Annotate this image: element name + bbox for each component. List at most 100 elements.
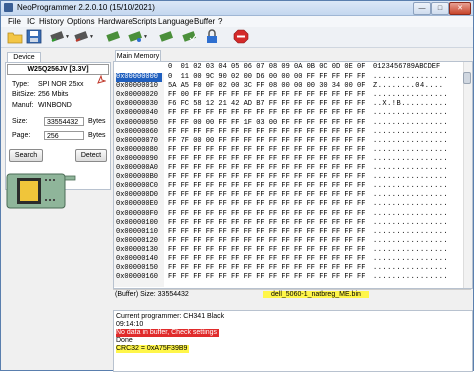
hex-byte[interactable]: FF (319, 137, 327, 146)
hex-byte[interactable]: FF (344, 109, 352, 118)
hex-byte[interactable]: FF (181, 182, 189, 191)
hex-byte[interactable]: FF (181, 237, 189, 246)
menu-help[interactable]: ? (218, 17, 222, 26)
hex-byte[interactable]: 00 (231, 82, 239, 91)
hex-byte[interactable]: FF (357, 164, 365, 173)
hex-byte[interactable]: FF (294, 146, 302, 155)
hex-byte[interactable]: FF (281, 91, 289, 100)
hex-byte[interactable]: FF (181, 255, 189, 264)
hex-byte[interactable]: FF (218, 128, 226, 137)
hex-byte[interactable]: FF (168, 182, 176, 191)
row-offset[interactable]: 0x00000020 (116, 91, 162, 100)
hex-byte[interactable]: FF (281, 246, 289, 255)
hex-byte[interactable]: FF (256, 146, 264, 155)
hex-byte[interactable]: FF (307, 237, 315, 246)
hex-byte[interactable]: FF (332, 219, 340, 228)
hex-byte[interactable]: FF (281, 137, 289, 146)
hex-byte[interactable]: FF (307, 219, 315, 228)
hex-byte[interactable]: FF (294, 210, 302, 219)
menu-scripts[interactable]: Scripts (132, 17, 156, 26)
hex-byte[interactable]: FF (181, 146, 189, 155)
hex-byte[interactable]: FF (294, 228, 302, 237)
chip-write-icon[interactable]: ▼ (73, 29, 94, 44)
chip-erase-icon[interactable]: ▼ (127, 29, 148, 44)
hex-byte[interactable]: FF (319, 237, 327, 246)
ascii-row[interactable]: ................ (373, 155, 448, 164)
row-offset[interactable]: 0x00000080 (116, 146, 162, 155)
hex-byte[interactable]: FF (256, 109, 264, 118)
hex-byte[interactable]: FF (332, 100, 340, 109)
hex-byte[interactable]: FF (193, 200, 201, 209)
hex-byte[interactable]: FF (244, 109, 252, 118)
hex-byte[interactable]: FF (206, 210, 214, 219)
hex-byte[interactable]: 00 (193, 119, 201, 128)
hex-byte[interactable]: FF (218, 146, 226, 155)
hex-byte[interactable]: FF (218, 200, 226, 209)
hex-byte[interactable]: FF (281, 264, 289, 273)
hex-byte[interactable]: FF (357, 73, 365, 82)
size-field[interactable]: 33554432 (44, 117, 84, 126)
hex-byte[interactable]: FF (231, 273, 239, 282)
row-offset[interactable]: 0x000000F0 (116, 210, 162, 219)
hex-byte[interactable]: FF (206, 237, 214, 246)
ascii-row[interactable]: ................ (373, 137, 448, 146)
hex-byte[interactable]: FF (357, 246, 365, 255)
hex-byte[interactable]: FF (231, 264, 239, 273)
hex-byte[interactable]: FF (206, 219, 214, 228)
row-offset[interactable]: 0x00000130 (116, 246, 162, 255)
hex-byte[interactable]: FF (319, 228, 327, 237)
hex-byte[interactable]: FF (244, 164, 252, 173)
hex-byte[interactable]: FF (231, 200, 239, 209)
hex-byte[interactable]: 7F (181, 137, 189, 146)
hex-byte[interactable]: FF (168, 164, 176, 173)
hex-byte[interactable]: 00 (281, 82, 289, 91)
hex-byte[interactable]: FF (357, 200, 365, 209)
hex-byte[interactable]: FF (357, 173, 365, 182)
chip-read-icon[interactable]: ▼ (49, 29, 70, 44)
hex-byte[interactable]: FF (344, 173, 352, 182)
hex-byte[interactable]: FF (256, 246, 264, 255)
hex-byte[interactable]: FF (181, 128, 189, 137)
hex-byte[interactable]: FF (244, 128, 252, 137)
hex-byte[interactable]: FF (294, 273, 302, 282)
hex-byte[interactable]: FF (307, 210, 315, 219)
hex-byte[interactable]: FF (193, 128, 201, 137)
ascii-row[interactable]: ................ (373, 237, 448, 246)
hex-byte[interactable]: FF (344, 73, 352, 82)
hex-byte[interactable]: FF (281, 100, 289, 109)
hex-byte[interactable]: FF (357, 237, 365, 246)
hex-byte[interactable]: B7 (256, 100, 264, 109)
row-offset[interactable]: 0x00000040 (116, 109, 162, 118)
hex-byte[interactable]: 1F (244, 119, 252, 128)
row-offset[interactable]: 0x00000010 (116, 82, 162, 91)
hex-byte[interactable]: FF (319, 164, 327, 173)
ascii-row[interactable]: ................ (373, 273, 448, 282)
hex-byte[interactable]: FF (344, 255, 352, 264)
hex-byte[interactable]: FF (218, 109, 226, 118)
hex-byte[interactable]: FF (357, 91, 365, 100)
hex-byte[interactable]: FF (357, 119, 365, 128)
hex-byte[interactable]: FF (269, 173, 277, 182)
row-offset[interactable]: 0x00000030 (116, 100, 162, 109)
hex-byte[interactable]: FF (206, 146, 214, 155)
ascii-row[interactable]: ................ (373, 219, 448, 228)
hex-byte[interactable]: FF (193, 228, 201, 237)
hex-byte[interactable]: FF (168, 146, 176, 155)
hex-byte[interactable]: FF (307, 155, 315, 164)
row-offset[interactable]: 0x00000090 (116, 155, 162, 164)
hex-byte[interactable]: 08 (269, 82, 277, 91)
hex-byte[interactable]: FF (294, 182, 302, 191)
hex-byte[interactable]: FF (256, 191, 264, 200)
hex-byte[interactable]: F6 (168, 100, 176, 109)
hex-byte[interactable]: FF (231, 210, 239, 219)
hex-byte[interactable]: FF (181, 228, 189, 237)
hex-byte[interactable]: A5 (181, 82, 189, 91)
hex-byte[interactable]: FF (206, 164, 214, 173)
menu-buffer[interactable]: Buffer (194, 17, 215, 26)
hex-byte[interactable]: 00 (307, 82, 315, 91)
hex-byte[interactable]: FF (344, 119, 352, 128)
hex-byte[interactable]: FF (294, 191, 302, 200)
hex-byte[interactable]: FF (244, 246, 252, 255)
hex-byte[interactable]: 00 (269, 73, 277, 82)
hex-byte[interactable]: FF (231, 191, 239, 200)
